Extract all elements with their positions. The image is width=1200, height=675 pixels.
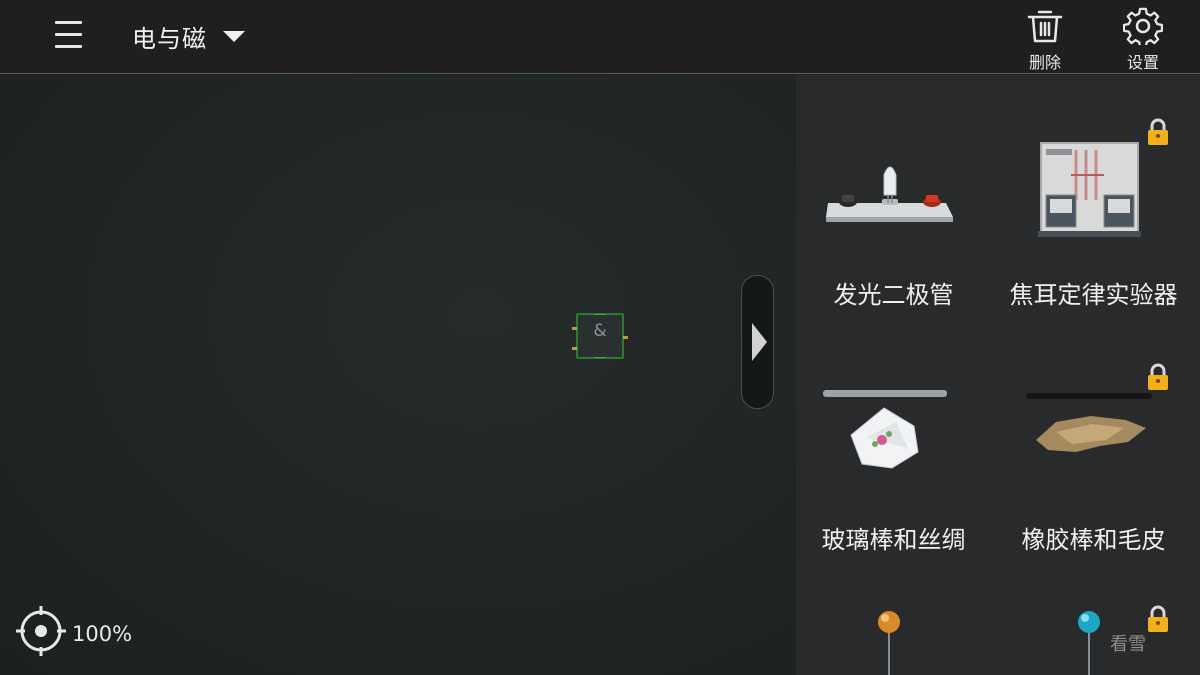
lock-icon	[1148, 363, 1168, 390]
component-panel[interactable]: 发光二极管 焦耳定律实验器 玻璃棒和丝绸 橡胶棒和毛皮	[796, 75, 1200, 675]
gate-output-pin[interactable]	[623, 336, 628, 339]
and-gate-component[interactable]: &	[572, 313, 628, 359]
orange-ball-image	[878, 611, 900, 675]
zoom-level: 100%	[72, 622, 133, 646]
gear-icon	[1123, 7, 1163, 45]
component-label: 焦耳定律实验器	[1009, 281, 1178, 309]
component-label: 玻璃棒和丝绸	[821, 526, 966, 554]
category-label: 电与磁	[132, 24, 207, 53]
glass-rod-silk-image	[823, 390, 947, 469]
watermark: 看雪	[1110, 634, 1146, 655]
gate-input-pin[interactable]	[572, 347, 577, 350]
top-bar: 电与磁 删除 设置	[0, 0, 1200, 74]
menu-bar-line	[55, 45, 82, 48]
component-label: 橡胶棒和毛皮	[1021, 526, 1166, 554]
component-glass-rod-silk[interactable]: 玻璃棒和丝绸	[796, 360, 991, 590]
gate-symbol: &	[593, 321, 607, 341]
workspace-canvas[interactable]	[0, 75, 796, 675]
panel-toggle-handle[interactable]	[741, 275, 774, 409]
lock-icon	[1148, 118, 1168, 145]
gate-edge-mark	[594, 357, 606, 358]
delete-button[interactable]: 删除	[1015, 4, 1075, 72]
chevron-down-icon	[223, 30, 245, 42]
recenter-button[interactable]	[14, 604, 68, 658]
crosshair-icon	[16, 606, 66, 656]
settings-label: 设置	[1126, 53, 1159, 72]
category-dropdown[interactable]: 电与磁	[132, 18, 245, 54]
component-charged-ball-cyan[interactable]	[996, 605, 1191, 675]
delete-label: 删除	[1028, 53, 1061, 72]
component-led[interactable]: 发光二极管	[796, 115, 991, 345]
component-rubber-rod-fur[interactable]: 橡胶棒和毛皮	[996, 360, 1191, 590]
menu-bar-line	[55, 21, 82, 24]
gate-input-pin[interactable]	[572, 327, 577, 330]
lock-icon	[1148, 605, 1168, 632]
menu-button[interactable]	[50, 16, 88, 54]
component-joule-apparatus[interactable]: 焦耳定律实验器	[996, 115, 1191, 345]
gate-edge-mark	[594, 314, 606, 315]
component-label: 发光二极管	[833, 281, 954, 309]
trash-icon	[1027, 10, 1063, 43]
settings-button[interactable]: 设置	[1113, 4, 1173, 72]
chevron-right-icon	[752, 323, 767, 361]
component-charged-ball-orange[interactable]	[796, 605, 991, 675]
led-image	[826, 166, 953, 222]
menu-bar-line	[55, 33, 82, 36]
